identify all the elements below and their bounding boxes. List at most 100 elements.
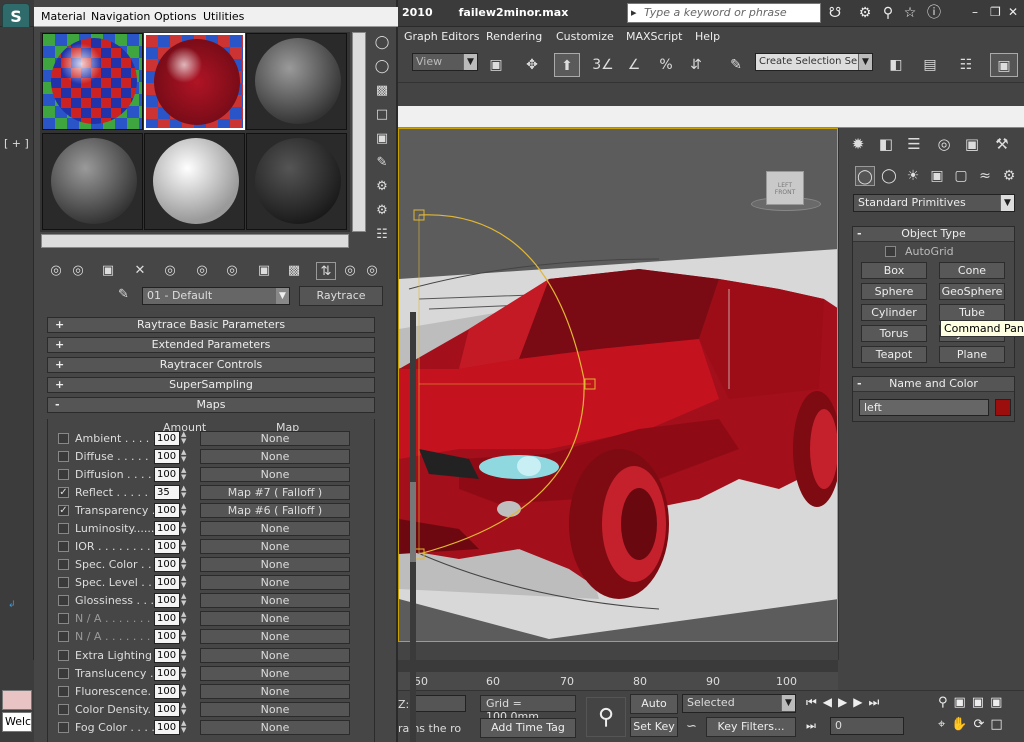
map-amount-input[interactable]: 100	[154, 467, 180, 482]
angle-snap-icon[interactable]: ∠	[622, 53, 646, 77]
map-enable-checkbox[interactable]	[58, 469, 69, 480]
object-color-swatch[interactable]	[995, 399, 1011, 416]
viewcube[interactable]: LEFT FRONT	[751, 167, 821, 213]
map-slot-button[interactable]: None	[200, 521, 350, 536]
menu-rendering[interactable]: Rendering	[486, 30, 542, 43]
amount-spinner-icon[interactable]: ▲ ▼	[181, 648, 189, 663]
map-slot-button[interactable]: Map #7 ( Falloff )	[200, 485, 350, 500]
map-amount-input[interactable]: 100	[154, 431, 180, 446]
space-warps-icon[interactable]: ≈	[975, 166, 995, 186]
named-selection-dropdown[interactable]: Create Selection Se ▼	[755, 53, 873, 71]
menu-maxscript[interactable]: MAXScript	[626, 30, 682, 43]
map-enable-checkbox[interactable]	[58, 613, 69, 624]
map-amount-input[interactable]: 100	[154, 593, 180, 608]
eyedropper-icon[interactable]: ✎	[118, 287, 129, 302]
options-icon[interactable]: ⚙	[372, 178, 392, 196]
map-amount-input[interactable]: 100	[154, 611, 180, 626]
show-end-result-icon[interactable]: ▩	[284, 262, 304, 280]
object-name-input[interactable]: left	[859, 399, 989, 416]
assign-to-selection-icon[interactable]: ▣	[98, 262, 118, 280]
amount-spinner-icon[interactable]: ▲ ▼	[181, 521, 189, 536]
rollout-header[interactable]: + Raytrace Basic Parameters	[47, 317, 375, 333]
map-enable-checkbox[interactable]	[58, 577, 69, 588]
sample-slot-6[interactable]	[246, 133, 347, 230]
map-slot-button[interactable]: None	[200, 648, 350, 663]
lights-icon[interactable]: ☀	[903, 166, 923, 186]
show-map-icon[interactable]: ▣	[254, 262, 274, 280]
auto-key-button[interactable]: Auto Key	[630, 694, 678, 728]
utilities-tab-icon[interactable]: ⚒	[991, 134, 1013, 154]
map-amount-input[interactable]: 100	[154, 521, 180, 536]
amount-spinner-icon[interactable]: ▲ ▼	[181, 485, 189, 500]
amount-spinner-icon[interactable]: ▲ ▼	[181, 467, 189, 482]
map-enable-checkbox[interactable]	[58, 595, 69, 606]
map-amount-input[interactable]: 100	[154, 666, 180, 681]
orbit-pan-controls[interactable]: ⌖✋⟳□	[938, 717, 1009, 732]
set-key-button[interactable]: Set Key	[630, 717, 678, 737]
key-mode-toggle-icon[interactable]: ⏭	[806, 719, 816, 733]
name-color-header[interactable]: - Name and Color	[853, 377, 1014, 392]
minimize-icon[interactable]: –	[972, 5, 978, 19]
sample-slot-5[interactable]	[144, 133, 245, 230]
map-amount-input[interactable]: 100	[154, 629, 180, 644]
modify-tab-icon[interactable]: ◧	[875, 134, 897, 154]
sample-type-icon[interactable]: ◯	[372, 34, 392, 52]
map-enable-checkbox[interactable]: ✓	[58, 487, 69, 498]
cameras-icon[interactable]: ▣	[927, 166, 947, 186]
map-slot-button[interactable]: None	[200, 684, 350, 699]
percent-snap-icon[interactable]: %	[654, 53, 678, 77]
close-icon[interactable]: ✕	[1008, 5, 1018, 19]
map-enable-checkbox[interactable]	[58, 686, 69, 697]
sample-uv-tiling-icon[interactable]: □	[372, 106, 392, 124]
material-type-button[interactable]: Raytrace	[299, 286, 383, 306]
map-amount-input[interactable]: 100	[154, 557, 180, 572]
map-slot-button[interactable]: None	[200, 431, 350, 446]
background-icon[interactable]: ▩	[372, 82, 392, 100]
map-amount-input[interactable]: 100	[154, 503, 180, 518]
parameters-scrollbar[interactable]	[410, 312, 416, 742]
put-to-scene-icon[interactable]: ◎	[68, 262, 88, 280]
hierarchy-tab-icon[interactable]: ☰	[903, 134, 925, 154]
map-slot-button[interactable]: None	[200, 557, 350, 572]
cylinder-button[interactable]: Cylinder	[861, 304, 927, 321]
snaps-icon[interactable]: 3∠	[590, 53, 616, 77]
binoculars-icon[interactable]: ☋	[825, 4, 845, 22]
amount-spinner-icon[interactable]: ▲ ▼	[181, 449, 189, 464]
spinner-snap-icon[interactable]: ⇵	[684, 53, 708, 77]
perspective-viewport[interactable]: LEFT FRONT	[398, 128, 838, 642]
map-slot-button[interactable]: None	[200, 593, 350, 608]
amount-spinner-icon[interactable]: ▲ ▼	[181, 684, 189, 699]
tube-button[interactable]: Tube	[939, 304, 1005, 321]
map-slot-button[interactable]: None	[200, 720, 350, 735]
set-key-mode-icon[interactable]: ⚲	[586, 697, 626, 737]
material-name-dropdown[interactable]: 01 - Default ▼	[142, 287, 290, 305]
sphere-button[interactable]: Sphere	[861, 283, 927, 300]
map-enable-checkbox[interactable]	[58, 668, 69, 679]
plane-button[interactable]: Plane	[939, 346, 1005, 363]
menu-graph-editors[interactable]: Graph Editors	[404, 30, 480, 43]
teapot-button[interactable]: Teapot	[861, 346, 927, 363]
geosphere-button[interactable]: GeoSphere	[939, 283, 1005, 300]
map-enable-checkbox[interactable]	[58, 433, 69, 444]
key-mode-dropdown[interactable]: Selected ▼	[682, 694, 796, 713]
sample-slot-4[interactable]	[42, 133, 143, 230]
viewcube-left[interactable]: LEFT	[778, 182, 792, 189]
get-material-icon[interactable]: ◎	[46, 262, 66, 280]
menu-utilities[interactable]: Utilities	[203, 10, 244, 23]
map-slot-button[interactable]: Map #6 ( Falloff )	[200, 503, 350, 518]
primitive-category-dropdown[interactable]: Standard Primitives ▼	[853, 194, 1015, 212]
map-slot-button[interactable]: None	[200, 467, 350, 482]
move-icon[interactable]: ✥	[520, 53, 544, 77]
search-input[interactable]: Type a keyword or phrase	[627, 3, 821, 23]
slots-vertical-scrollbar[interactable]	[352, 32, 366, 232]
viewcube-front[interactable]: FRONT	[775, 189, 796, 196]
align-icon[interactable]: ▤	[918, 53, 942, 77]
use-pivot-icon[interactable]: ▣	[484, 53, 508, 77]
menu-customize[interactable]: Customize	[556, 30, 614, 43]
map-amount-input[interactable]: 100	[154, 648, 180, 663]
map-amount-input[interactable]: 100	[154, 539, 180, 554]
amount-spinner-icon[interactable]: ▲ ▼	[181, 666, 189, 681]
restore-icon[interactable]: ❐	[990, 5, 1001, 19]
help-icon[interactable]: ⓘ	[924, 4, 944, 22]
map-enable-checkbox[interactable]: ✓	[58, 505, 69, 516]
